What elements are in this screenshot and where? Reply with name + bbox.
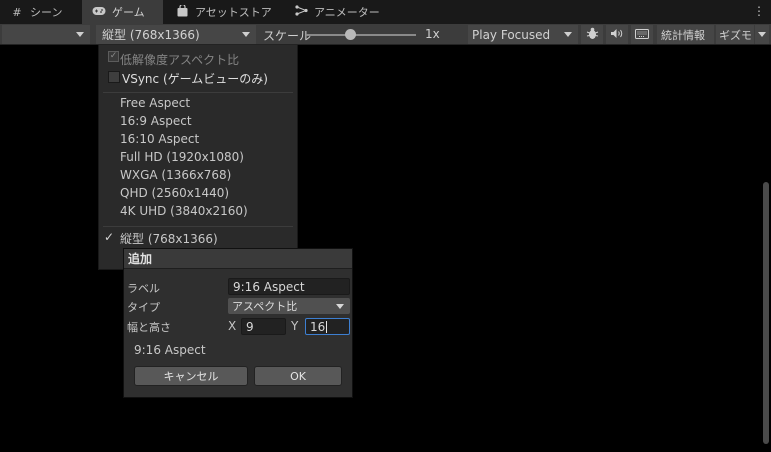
scale-slider-thumb[interactable] — [344, 29, 356, 40]
cancel-button-label: キャンセル — [163, 370, 219, 383]
chevron-down-icon — [242, 32, 250, 37]
menu-divider — [103, 226, 293, 227]
tab-asset-store-label: アセットストア — [195, 6, 272, 19]
gizmos-dropdown[interactable] — [755, 25, 769, 44]
label-input-value: 9:16 Aspect — [233, 279, 305, 294]
aspect-option-label: Full HD (1920x1080) — [120, 150, 244, 164]
type-dropdown[interactable]: アスペクト比 — [228, 298, 350, 314]
height-input[interactable]: 16 — [305, 318, 350, 335]
x-caption: X — [228, 319, 237, 333]
aspect-option[interactable]: 16:10 Aspect — [99, 130, 297, 148]
animator-icon — [294, 5, 308, 19]
label-caption: ラベル — [127, 282, 160, 295]
bag-icon — [175, 3, 189, 20]
tab-animator-label: アニメーター — [314, 6, 380, 19]
gizmos-button[interactable]: ギズモ — [716, 25, 754, 44]
aspect-option[interactable]: 16:9 Aspect — [99, 112, 297, 130]
type-dropdown-value: アスペクト比 — [232, 300, 298, 313]
low-resolution-aspect-option: 低解像度アスペクト比 — [99, 50, 297, 68]
width-input[interactable]: 9 — [241, 318, 286, 335]
keyboard-icon — [635, 28, 649, 42]
cancel-button[interactable]: キャンセル — [134, 366, 248, 386]
aspect-option[interactable]: WXGA (1366x768) — [99, 166, 297, 184]
chevron-down-icon — [76, 32, 84, 37]
aspect-option[interactable]: 4K UHD (3840x2160) — [99, 202, 297, 220]
aspect-option[interactable]: Free Aspect — [99, 94, 297, 112]
editor-tab-bar: # シーン ゲーム アセットストア アニメーター ⋮ — [0, 0, 771, 24]
add-aspect-dialog: 追加 ラベル 9:16 Aspect タイプ アスペクト比 幅と高さ X 9 Y… — [123, 248, 353, 398]
text-caret — [326, 320, 328, 333]
aspect-option[interactable]: QHD (2560x1440) — [99, 184, 297, 202]
scale-slider-track[interactable] — [306, 34, 416, 36]
aspect-option-label: 4K UHD (3840x2160) — [120, 204, 248, 218]
chevron-down-icon — [758, 32, 766, 37]
aspect-dropdown[interactable]: 縦型 (768x1366) — [96, 25, 256, 44]
low-resolution-label: 低解像度アスペクト比 — [120, 52, 240, 67]
play-mode-dropdown[interactable]: Play Focused — [468, 25, 578, 44]
stats-label: 統計情報 — [661, 28, 705, 42]
gizmos-label: ギズモ — [719, 28, 752, 42]
more-options-icon[interactable]: ⋮ — [753, 4, 765, 18]
display-dropdown[interactable] — [2, 25, 90, 44]
speaker-icon — [610, 28, 624, 42]
dialog-title: 追加 — [124, 249, 352, 269]
tab-game[interactable]: ゲーム — [82, 0, 163, 24]
aspect-option[interactable]: Full HD (1920x1080) — [99, 148, 297, 166]
aspect-option-selected[interactable]: 縦型 (768x1366) — [99, 229, 297, 247]
grid-icon: # — [12, 5, 22, 19]
aspect-option-label: 16:10 Aspect — [120, 132, 200, 146]
tab-animator[interactable]: アニメーター — [284, 0, 394, 24]
mute-audio-toggle[interactable] — [606, 25, 628, 44]
stats-button[interactable]: 統計情報 — [657, 25, 714, 44]
vsync-label: VSync (ゲームビューのみ) — [122, 72, 268, 86]
chevron-down-icon — [564, 32, 572, 37]
label-input[interactable]: 9:16 Aspect — [228, 278, 350, 295]
play-mode-label: Play Focused — [472, 27, 551, 42]
tab-asset-store[interactable]: アセットストア — [165, 0, 282, 24]
size-caption: 幅と高さ — [127, 321, 171, 334]
aspect-option-label: WXGA (1366x768) — [120, 168, 232, 182]
scale-label: スケール — [263, 29, 312, 43]
gamepad-icon — [92, 6, 106, 19]
tab-scene[interactable]: # シーン — [0, 0, 80, 24]
scale-value: 1x — [425, 27, 440, 41]
aspect-option-label: Free Aspect — [120, 96, 191, 110]
aspect-preview-label: 9:16 Aspect — [134, 343, 206, 357]
width-input-value: 9 — [246, 319, 254, 334]
aspect-option-label: 縦型 (768x1366) — [120, 231, 218, 246]
bug-icon — [586, 27, 599, 43]
aspect-option-label: QHD (2560x1440) — [120, 186, 230, 200]
bug-toggle[interactable] — [581, 25, 603, 44]
height-input-value: 16 — [310, 319, 326, 334]
aspect-option-label: 16:9 Aspect — [120, 114, 192, 128]
tab-game-label: ゲーム — [112, 6, 145, 19]
menu-divider — [103, 92, 293, 93]
y-caption: Y — [291, 319, 299, 333]
ok-button-label: OK — [290, 369, 306, 383]
aspect-dropdown-label: 縦型 (768x1366) — [102, 28, 200, 42]
aspect-menu: ✓ 低解像度アスペクト比 VSync (ゲームビューのみ) Free Aspec… — [98, 45, 298, 270]
type-caption: タイプ — [127, 301, 160, 314]
game-view-toolbar: 縦型 (768x1366) スケール 1x Play Focused 統計情報 … — [0, 24, 771, 45]
chevron-down-icon — [336, 304, 344, 309]
keyboard-shortcuts-toggle[interactable] — [631, 25, 653, 44]
ok-button[interactable]: OK — [254, 366, 342, 386]
vsync-checkbox[interactable] — [108, 71, 120, 83]
vertical-scrollbar[interactable] — [763, 182, 769, 444]
tab-scene-label: シーン — [30, 6, 63, 19]
